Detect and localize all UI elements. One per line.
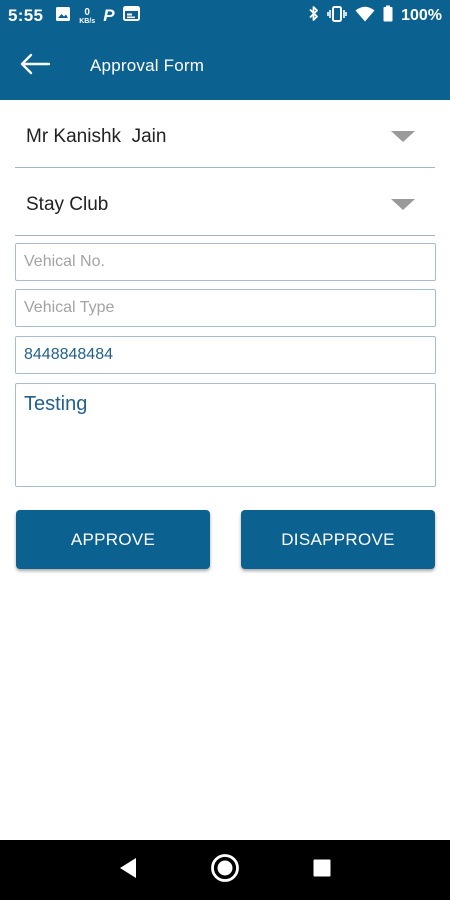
back-triangle-icon [118, 857, 138, 884]
home-circle-icon [210, 853, 240, 888]
approve-button[interactable]: APPROVE [16, 510, 210, 569]
arrow-left-icon [19, 53, 51, 80]
person-dropdown[interactable]: Mr Kanishk Jain [15, 106, 435, 168]
vibrate-icon [327, 5, 347, 27]
parking-icon: P [103, 6, 115, 25]
wifi-icon [355, 6, 375, 27]
bluetooth-icon [308, 5, 319, 27]
network-speed-icon: 0 KB/s [79, 6, 96, 25]
nav-back-button[interactable] [108, 850, 148, 890]
chevron-down-icon [391, 199, 415, 210]
phone-field[interactable] [15, 336, 436, 374]
remarks-field[interactable]: Testing [15, 383, 436, 487]
recents-square-icon [312, 858, 332, 883]
status-bar: 5:55 0 KB/s P 100% [0, 0, 450, 32]
status-system-icons: 100% [308, 5, 442, 27]
location-dropdown[interactable]: Stay Club [15, 174, 435, 236]
page-title: Approval Form [90, 56, 205, 75]
battery-percent: 100% [401, 7, 442, 24]
app-bar: Approval Form [0, 32, 450, 100]
status-time: 5:55 [8, 6, 44, 25]
nav-home-button[interactable] [205, 850, 245, 890]
location-dropdown-value: Stay Club [26, 193, 109, 215]
nav-recents-button[interactable] [302, 850, 342, 890]
battery-icon [383, 5, 393, 27]
back-button[interactable] [0, 32, 70, 100]
network-speed-unit: KB/s [79, 17, 96, 25]
vehicle-type-field[interactable] [15, 289, 436, 327]
status-notification-icons: 0 KB/s P [55, 6, 140, 27]
disapprove-button[interactable]: DISAPPROVE [241, 510, 435, 569]
network-speed-value: 0 [84, 6, 90, 18]
person-dropdown-value: Mr Kanishk Jain [26, 125, 167, 147]
vehicle-number-field[interactable] [15, 243, 436, 281]
image-icon [55, 6, 71, 27]
calendar-icon [122, 6, 140, 26]
chevron-down-icon [391, 131, 415, 142]
system-navigation-bar [0, 840, 450, 900]
